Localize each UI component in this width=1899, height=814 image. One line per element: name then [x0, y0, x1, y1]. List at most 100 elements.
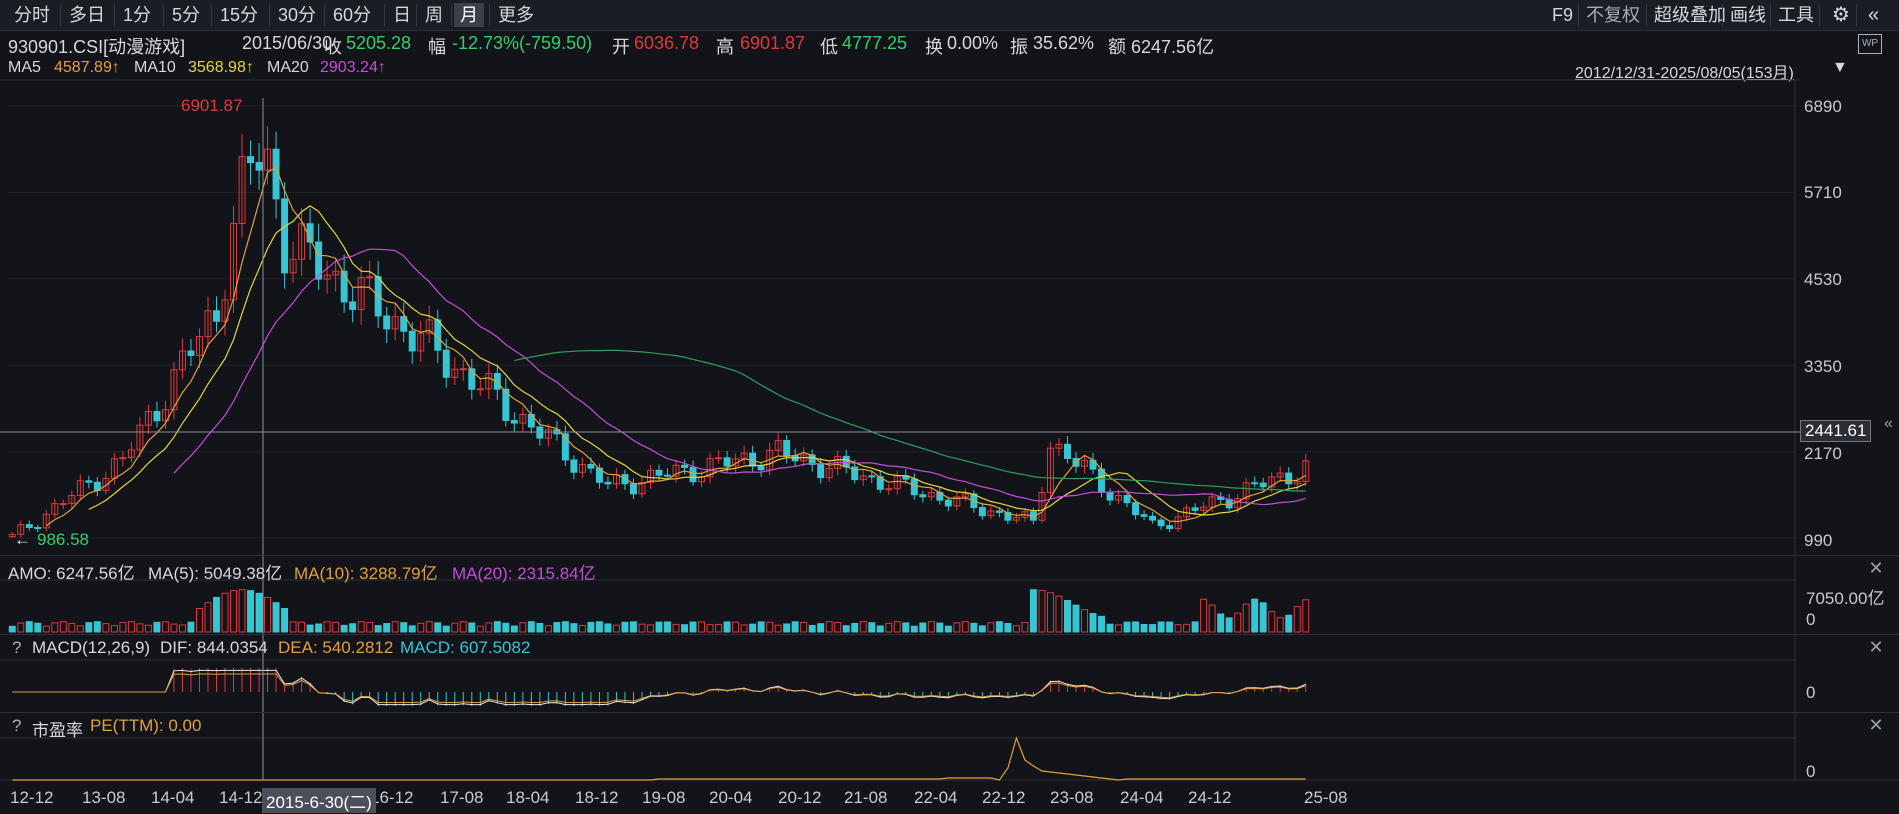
volume-bar: [578, 624, 586, 633]
volume-bar: [817, 623, 825, 633]
volume-bar: [774, 624, 782, 633]
volume-bar: [8, 625, 16, 633]
date-axis-label: 23-08: [1050, 788, 1094, 807]
amo-panel-header: AMO: 6247.56亿 MA(5): 5049.38亿 MA(10): 32…: [0, 555, 1899, 583]
macd-dif: DIF: 844.0354: [160, 638, 268, 657]
candle-body: [255, 162, 263, 171]
candle-body: [655, 469, 663, 476]
candle-body: [723, 457, 731, 467]
macd-help-icon[interactable]: ?: [12, 638, 21, 658]
candle-body: [1063, 443, 1071, 460]
volume-bar: [1285, 614, 1293, 633]
volume-bar: [1242, 603, 1250, 633]
volume-bar: [1293, 606, 1301, 633]
volume-bar: [408, 625, 416, 633]
kline-chart[interactable]: [0, 0, 1899, 814]
volume-bar: [893, 621, 901, 633]
volume-bar: [417, 622, 425, 633]
candle-body: [349, 301, 357, 310]
volume-bar: [178, 624, 186, 633]
volume-bar: [1004, 623, 1012, 633]
candle-body: [281, 198, 289, 274]
low-annotation: 986.58: [37, 530, 89, 549]
volume-bar: [689, 621, 697, 633]
volume-bar: [349, 623, 357, 633]
volume-bar: [110, 625, 118, 633]
candle-body: [944, 499, 952, 507]
date-axis-label: 24-04: [1120, 788, 1164, 807]
candle-body: [1123, 495, 1131, 504]
macd-close-icon[interactable]: ✕: [1865, 636, 1887, 658]
volume-bar: [76, 625, 84, 633]
volume-bar: [281, 608, 289, 633]
volume-bar: [544, 625, 552, 633]
date-axis-label: 25-08: [1304, 788, 1348, 807]
date-axis-label: 21-08: [844, 788, 888, 807]
candle-body: [1285, 472, 1293, 485]
candle-body: [25, 524, 33, 529]
volume-bar: [783, 623, 791, 633]
volume-bar: [621, 621, 629, 633]
volume-bar: [757, 621, 765, 633]
volume-bar: [323, 621, 331, 633]
candle-body: [868, 475, 876, 478]
pe-close-icon[interactable]: ✕: [1865, 714, 1887, 736]
candle-body: [604, 481, 612, 485]
volume-bar: [204, 602, 212, 633]
volume-bar: [570, 623, 578, 633]
candle-body: [1191, 507, 1199, 511]
macd-axis-zero: 0: [1806, 683, 1816, 702]
volume-bar: [885, 622, 893, 633]
crosshair-price-tag: 2441.61: [1800, 420, 1872, 442]
volume-bar: [1123, 621, 1131, 633]
volume-bar: [170, 623, 178, 633]
volume-bar: [902, 622, 910, 633]
volume-bar: [553, 622, 561, 633]
price-axis-6890: 6890: [1804, 97, 1842, 116]
candle-body: [1132, 502, 1140, 516]
volume-bar: [502, 622, 510, 633]
volume-bar: [936, 622, 944, 633]
volume-bar: [1021, 622, 1029, 633]
pe-value: PE(TTM): 0.00: [90, 716, 202, 735]
volume-bar: [1115, 624, 1123, 633]
volume-bar: [144, 624, 152, 633]
volume-bar: [808, 624, 816, 633]
candle-body: [885, 488, 893, 491]
volume-bar: [1081, 609, 1088, 633]
date-axis-label: 20-04: [709, 788, 753, 807]
volume-bar: [1234, 612, 1242, 633]
amo-axis-zero: 0: [1806, 610, 1816, 629]
volume-bar: [93, 621, 101, 633]
candle-body: [1149, 515, 1157, 521]
volume-bar: [749, 623, 757, 633]
volume-bar: [51, 622, 59, 633]
volume-bar: [519, 622, 527, 633]
volume-bar: [1106, 623, 1114, 633]
candle-body: [1259, 482, 1267, 488]
amo-close-icon[interactable]: ✕: [1865, 557, 1887, 579]
volume-bar: [604, 623, 612, 633]
price-axis-5710: 5710: [1804, 183, 1842, 202]
volume-bar: [715, 623, 723, 633]
volume-bar: [953, 622, 961, 633]
volume-bar: [510, 625, 518, 633]
price-axis-990: 990: [1804, 531, 1833, 550]
volume-bar: [987, 622, 995, 633]
ma60-line: [514, 349, 1306, 492]
volume-bar: [1191, 621, 1199, 633]
date-axis-label: 18-04: [506, 788, 550, 807]
candle-body: [85, 480, 93, 483]
volume-bar: [289, 621, 297, 633]
macd-dea: DEA: 540.2812: [278, 638, 394, 657]
pe-help-icon[interactable]: ?: [12, 716, 21, 736]
volume-bar: [723, 621, 731, 633]
volume-bar: [434, 622, 442, 633]
volume-bar: [978, 625, 986, 633]
candle-body: [1157, 519, 1165, 527]
amo-ma20: MA(20): 2315.84亿: [452, 564, 596, 583]
volume-bar: [400, 622, 408, 633]
right-expand-icon[interactable]: «: [1884, 415, 1893, 433]
volume-bar: [238, 589, 246, 633]
candle-body: [366, 276, 374, 279]
